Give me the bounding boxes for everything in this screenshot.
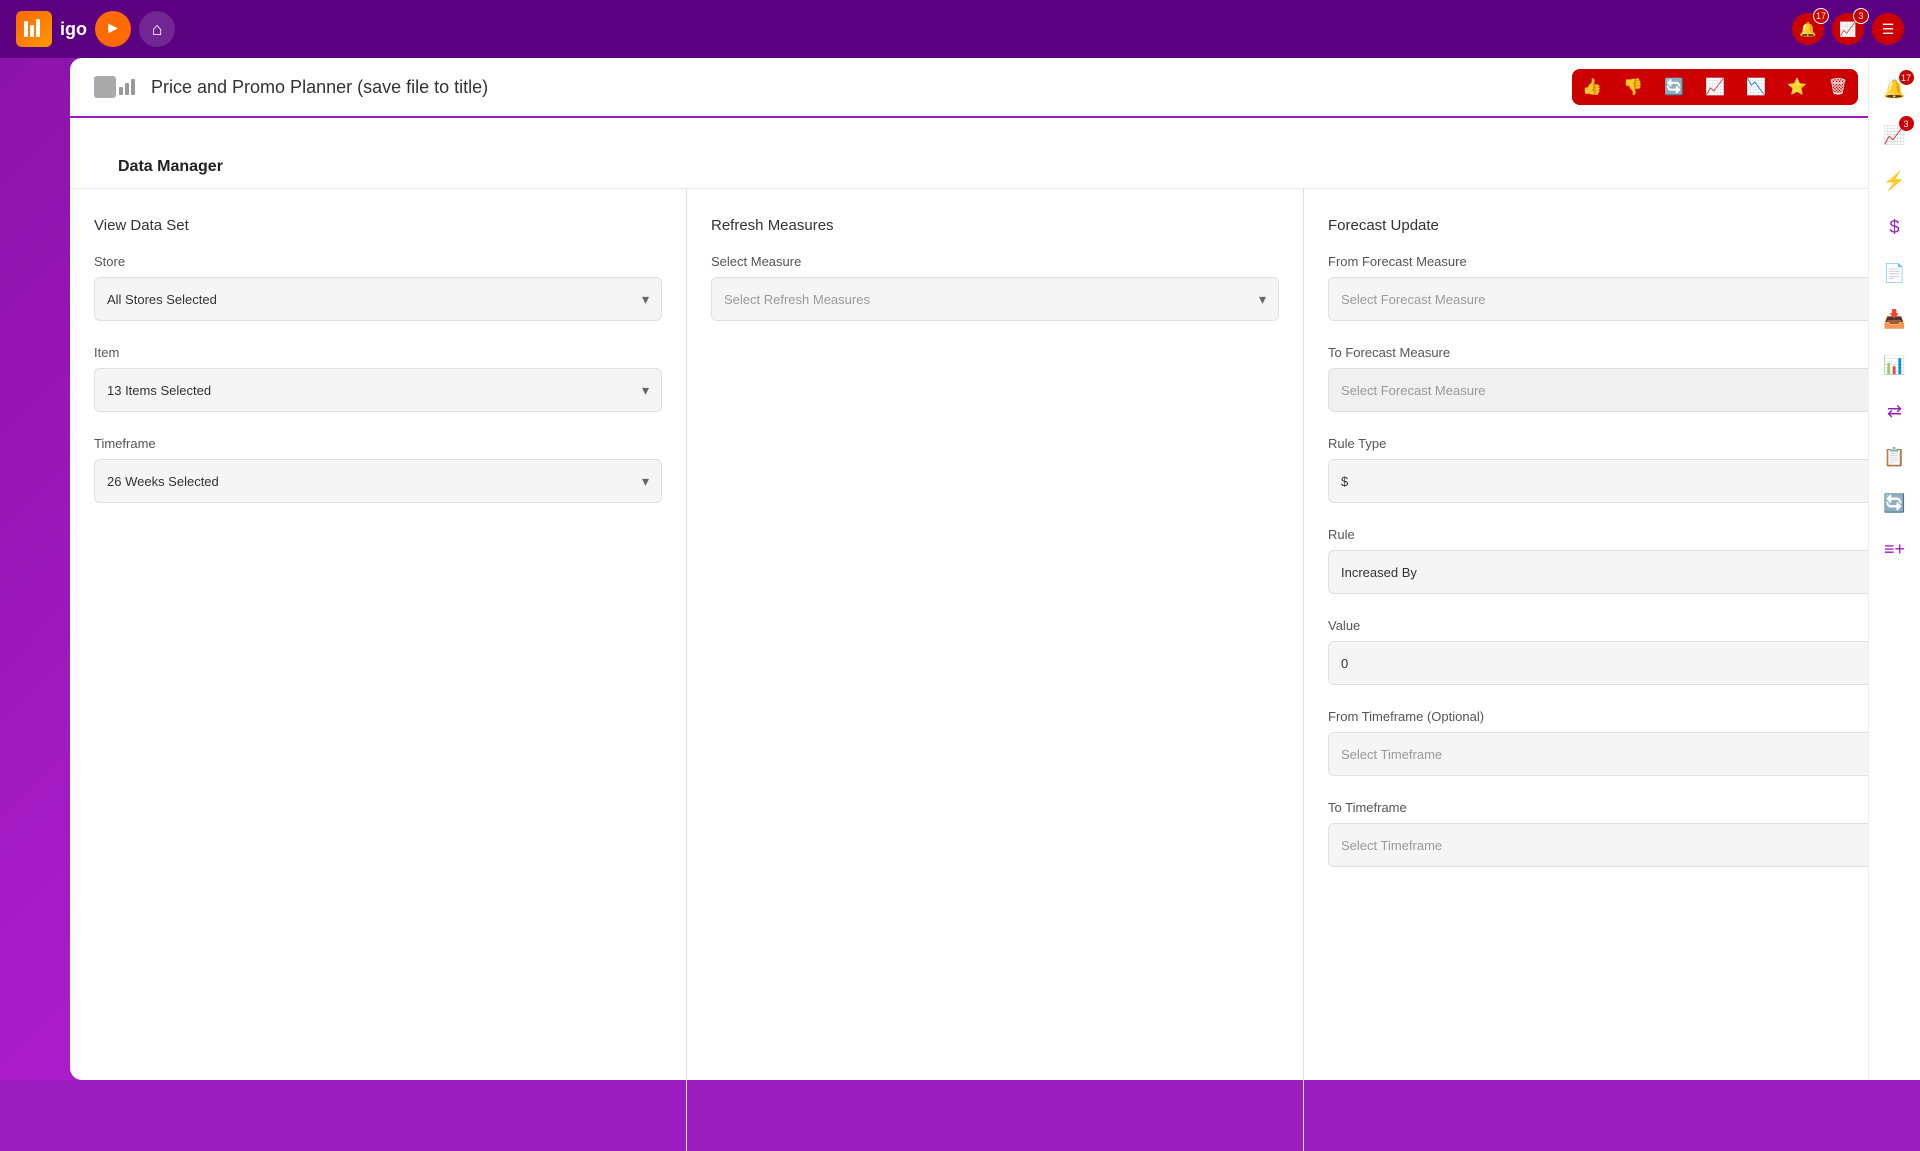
value-input[interactable]	[1328, 641, 1896, 685]
to-timeframe-placeholder: Select Timeframe	[1341, 838, 1442, 853]
sidebar-analytics-badge: 3	[1899, 116, 1914, 131]
sidebar-upload-doc-button[interactable]: 📋	[1876, 438, 1914, 476]
store-value: All Stores Selected	[107, 292, 217, 307]
view-data-set-title: View Data Set	[94, 217, 662, 234]
sidebar-download-button[interactable]: 📥	[1876, 300, 1914, 338]
chart-down-button[interactable]: 📉	[1736, 69, 1776, 105]
thumbs-up-button[interactable]: 👍	[1572, 69, 1612, 105]
rule-type-dropdown[interactable]: $ ▾	[1328, 459, 1896, 503]
sections-container: View Data Set Store All Stores Selected …	[70, 189, 1920, 1151]
select-measure-dropdown-arrow: ▾	[1259, 291, 1266, 308]
from-timeframe-field-group: From Timeframe (Optional) Select Timefra…	[1328, 709, 1896, 776]
timeframe-dropdown-arrow: ▾	[642, 473, 649, 490]
delete-button[interactable]: 🗑	[1818, 69, 1858, 105]
logo-area: igo	[16, 11, 87, 47]
from-timeframe-dropdown[interactable]: Select Timeframe ▾	[1328, 732, 1896, 776]
sidebar-document-button[interactable]: 📄	[1876, 254, 1914, 292]
header-toolbar: 👍 👎 🔄 📈 📉 ⭐ 🗑 ∧	[1572, 69, 1896, 105]
sidebar-transfer-button[interactable]: ⇄	[1876, 392, 1914, 430]
sidebar-sync-button[interactable]: 🔄	[1876, 484, 1914, 522]
forecast-update-section: Forecast Update From Forecast Measure Se…	[1304, 189, 1920, 1151]
to-forecast-label: To Forecast Measure	[1328, 345, 1896, 360]
analytics-button[interactable]: 📈 3	[1832, 13, 1864, 45]
timeframe-label: Timeframe	[94, 436, 662, 451]
main-content: Price and Promo Planner (save file to ti…	[70, 58, 1920, 1080]
nav-forward-button[interactable]: ►	[95, 11, 131, 47]
select-measure-field-group: Select Measure Select Refresh Measures ▾	[711, 254, 1279, 321]
value-field-group: Value	[1328, 618, 1896, 685]
header-logo	[94, 76, 135, 98]
star-button[interactable]: ⭐	[1777, 69, 1817, 105]
store-dropdown-arrow: ▾	[642, 291, 649, 308]
notification-badge: 17	[1813, 8, 1829, 24]
from-timeframe-label: From Timeframe (Optional)	[1328, 709, 1896, 724]
to-timeframe-label: To Timeframe	[1328, 800, 1896, 815]
item-dropdown[interactable]: 13 Items Selected ▾	[94, 368, 662, 412]
from-forecast-dropdown[interactable]: Select Forecast Measure ▾	[1328, 277, 1896, 321]
to-timeframe-field-group: To Timeframe Select Timeframe ▾	[1328, 800, 1896, 867]
refresh-button[interactable]: 🔄	[1654, 69, 1694, 105]
rule-type-label: Rule Type	[1328, 436, 1896, 451]
select-measure-dropdown[interactable]: Select Refresh Measures ▾	[711, 277, 1279, 321]
sidebar-dollar-button[interactable]: $	[1876, 208, 1914, 246]
item-field-group: Item 13 Items Selected ▾	[94, 345, 662, 412]
top-bar-right: 🔔 17 📈 3 ☰	[1792, 13, 1904, 45]
sidebar-notification-badge: 17	[1899, 70, 1914, 85]
menu-button[interactable]: ☰	[1872, 13, 1904, 45]
select-measure-placeholder: Select Refresh Measures	[724, 292, 870, 307]
timeframe-value: 26 Weeks Selected	[107, 474, 219, 489]
view-data-set-section: View Data Set Store All Stores Selected …	[70, 189, 687, 1151]
to-timeframe-dropdown[interactable]: Select Timeframe ▾	[1328, 823, 1896, 867]
from-timeframe-placeholder: Select Timeframe	[1341, 747, 1442, 762]
data-manager-header: Data Manager ∧	[70, 118, 1920, 189]
to-forecast-dropdown[interactable]: Select Forecast Measure ▾	[1328, 368, 1896, 412]
item-dropdown-arrow: ▾	[642, 382, 649, 399]
nav-home-button[interactable]: ⌂	[139, 11, 175, 47]
notification-button[interactable]: 🔔 17	[1792, 13, 1824, 45]
refresh-measures-title: Refresh Measures	[711, 217, 1279, 234]
sidebar-add-list-button[interactable]: ≡+	[1876, 530, 1914, 568]
sidebar-barchart-button[interactable]: 📊	[1876, 346, 1914, 384]
to-forecast-field-group: To Forecast Measure Select Forecast Meas…	[1328, 345, 1896, 412]
timeframe-field-group: Timeframe 26 Weeks Selected ▾	[94, 436, 662, 503]
right-sidebar: 🔔 17 📈 3 ⚡ $ 📄 📥 📊 ⇄ 📋 🔄 ≡+	[1868, 58, 1920, 1080]
chart-up-button[interactable]: 📈	[1695, 69, 1735, 105]
item-label: Item	[94, 345, 662, 360]
store-dropdown[interactable]: All Stores Selected ▾	[94, 277, 662, 321]
from-forecast-placeholder: Select Forecast Measure	[1341, 292, 1486, 307]
sidebar-lightning-button[interactable]: ⚡	[1876, 162, 1914, 200]
rule-field-group: Rule Increased By ▾	[1328, 527, 1896, 594]
top-bar: igo ► ⌂ 🔔 17 📈 3 ☰	[0, 0, 1920, 58]
thumbs-down-button[interactable]: 👎	[1613, 69, 1653, 105]
from-forecast-field-group: From Forecast Measure Select Forecast Me…	[1328, 254, 1896, 321]
refresh-measures-section: Refresh Measures Select Measure Select R…	[687, 189, 1304, 1151]
data-manager-title: Data Manager	[94, 138, 247, 176]
rule-type-value: $	[1341, 474, 1348, 489]
content-header: Price and Promo Planner (save file to ti…	[70, 58, 1920, 118]
select-measure-label: Select Measure	[711, 254, 1279, 269]
value-label: Value	[1328, 618, 1896, 633]
from-forecast-label: From Forecast Measure	[1328, 254, 1896, 269]
sidebar-analytics-button[interactable]: 📈 3	[1876, 116, 1914, 154]
to-forecast-placeholder: Select Forecast Measure	[1341, 383, 1486, 398]
logo-icon	[16, 11, 52, 47]
rule-dropdown[interactable]: Increased By ▾	[1328, 550, 1896, 594]
store-label: Store	[94, 254, 662, 269]
store-field-group: Store All Stores Selected ▾	[94, 254, 662, 321]
rule-value: Increased By	[1341, 565, 1417, 580]
toolbar-button-group: 👍 👎 🔄 📈 📉 ⭐ 🗑	[1572, 69, 1858, 105]
logo-text: igo	[60, 19, 87, 40]
analytics-badge: 3	[1853, 8, 1869, 24]
forecast-update-title: Forecast Update	[1328, 217, 1896, 234]
timeframe-dropdown[interactable]: 26 Weeks Selected ▾	[94, 459, 662, 503]
rule-label: Rule	[1328, 527, 1896, 542]
page-title: Price and Promo Planner (save file to ti…	[151, 77, 488, 98]
sidebar-notification-button[interactable]: 🔔 17	[1876, 70, 1914, 108]
rule-type-field-group: Rule Type $ ▾	[1328, 436, 1896, 503]
item-value: 13 Items Selected	[107, 383, 211, 398]
